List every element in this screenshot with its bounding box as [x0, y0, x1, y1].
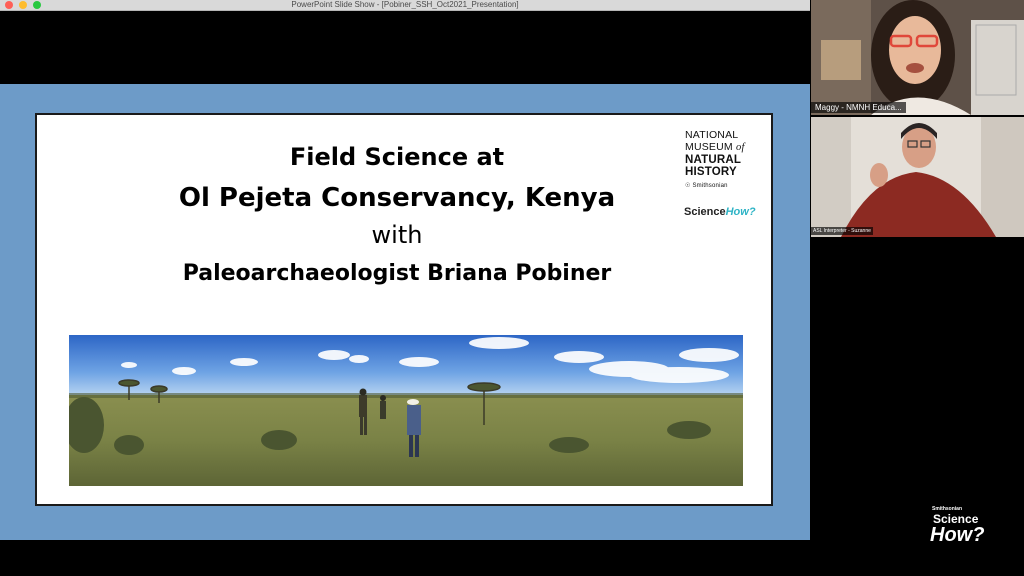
participant-video-asl-interpreter[interactable]: ASL Interpreter - Suzanne — [811, 117, 1024, 237]
smithsonian-sun-icon: ☉ — [685, 183, 691, 189]
participant-video-image — [811, 117, 1024, 237]
slide-title-line2: Ol Pejeta Conservancy, Kenya — [178, 183, 616, 213]
window-titlebar: PowerPoint Slide Show - [Pobiner_SSH_Oct… — [0, 0, 810, 11]
participant-name-asl: ASL Interpreter - Suzanne — [811, 227, 873, 235]
participant-video-maggy[interactable]: Maggy - NMNH Educa... — [811, 0, 1024, 115]
participant-name-maggy: Maggy - NMNH Educa... — [811, 102, 906, 113]
nmnh-logo-smithsonian: ☉ Smithsonian — [685, 183, 728, 189]
slide-title-line3: with — [371, 221, 423, 249]
nmnh-logo-line3: NATURAL — [685, 154, 742, 166]
window-title: PowerPoint Slide Show - [Pobiner_SSH_Oct… — [291, 0, 519, 9]
nmnh-logo-line4: HISTORY — [685, 166, 737, 178]
savanna-panorama-photo — [69, 335, 743, 486]
nmnh-logo: NATIONAL MUSEUM of NATURAL HISTORY ☉ Smi… — [685, 129, 765, 192]
science-how-watermark: Smithsonian Science How? — [930, 506, 985, 546]
participant-video-image — [811, 0, 1024, 115]
slide-title-line4: Paleoarchaeologist Briana Pobiner — [182, 261, 612, 286]
slide-content[interactable]: Field Science at Ol Pejeta Conservancy, … — [35, 113, 773, 506]
slide-title-line1: Field Science at — [289, 143, 505, 171]
nmnh-logo-line2: MUSEUM — [685, 141, 733, 153]
nmnh-logo-line1: NATIONAL — [685, 129, 739, 141]
science-how-logo: ScienceHow? — [684, 206, 756, 218]
nmnh-logo-of: of — [736, 142, 745, 153]
panorama-photo-image — [69, 335, 743, 486]
